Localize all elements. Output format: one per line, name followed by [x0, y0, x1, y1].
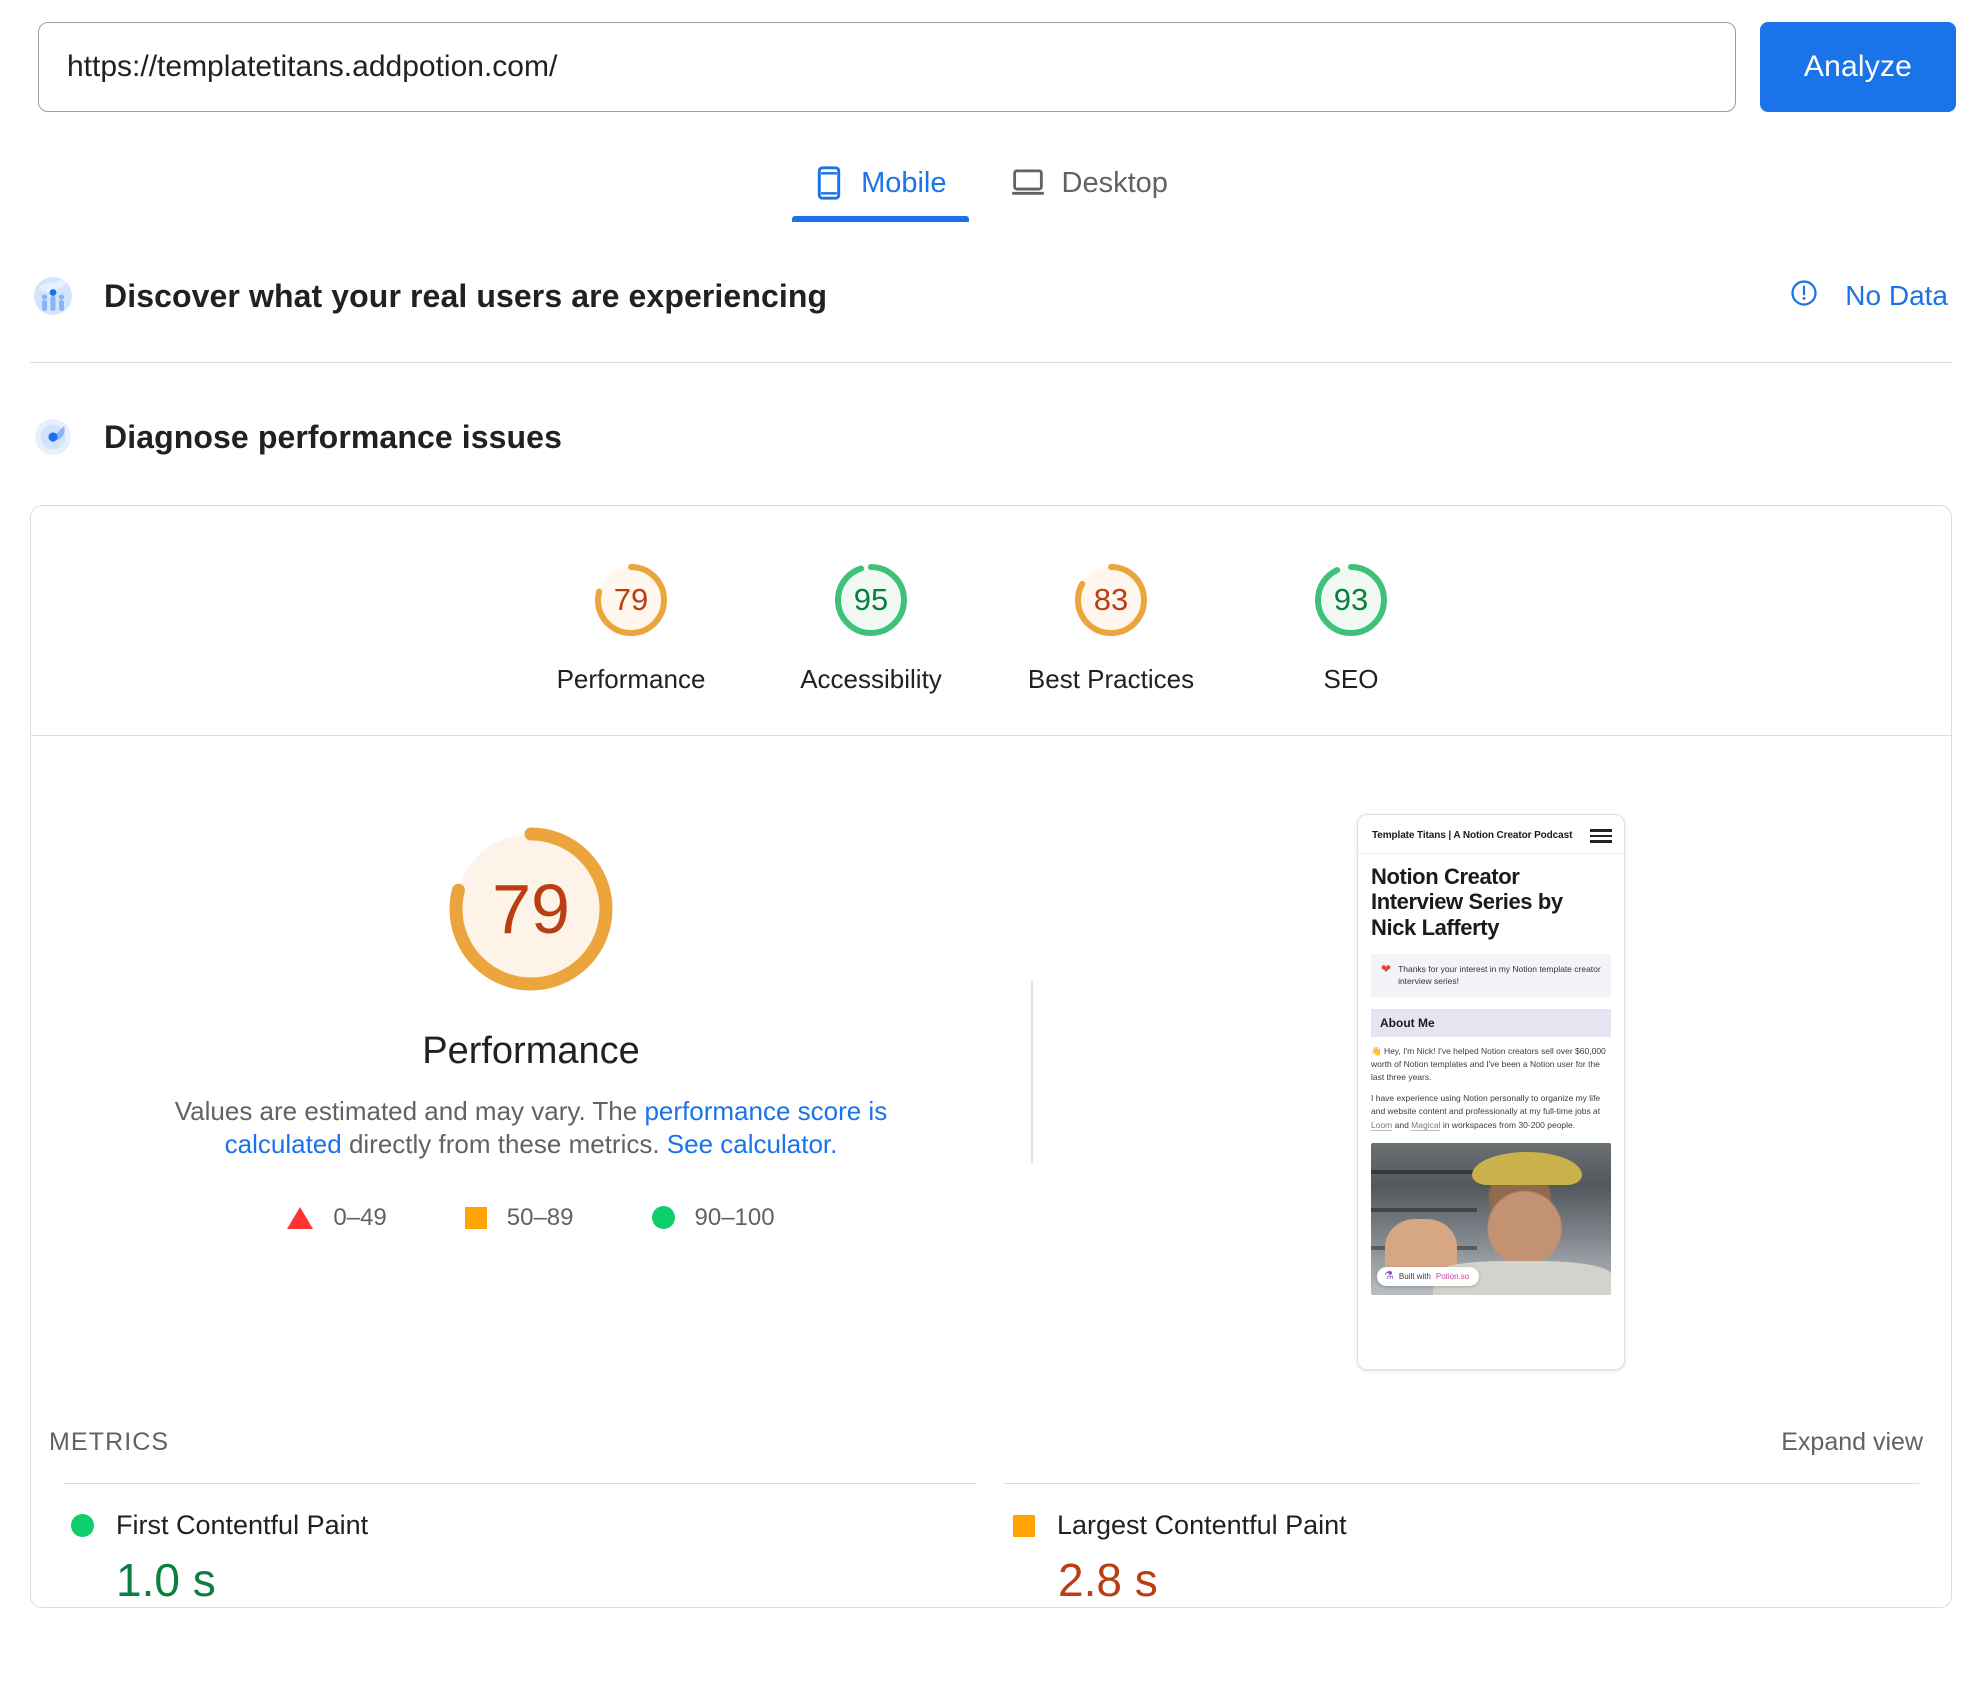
- thumb-p2-a: I have experience using Notion personall…: [1371, 1093, 1600, 1116]
- lab-data-title: Diagnose performance issues: [104, 419, 562, 456]
- thumb-link-magical[interactable]: Magical: [1411, 1120, 1440, 1131]
- gauge-score: 93: [1309, 558, 1393, 642]
- url-input[interactable]: [38, 22, 1736, 112]
- thumb-p2-c: in workspaces from 30-200 people.: [1440, 1120, 1575, 1130]
- mobile-icon: [814, 166, 844, 200]
- metrics-header: METRICS Expand view: [31, 1428, 1951, 1457]
- performance-score: 79: [436, 814, 626, 1004]
- tab-mobile[interactable]: Mobile: [782, 154, 978, 222]
- gauge-best-practices[interactable]: 83 Best Practices: [991, 558, 1231, 695]
- metric-name: First Contentful Paint: [116, 1510, 368, 1541]
- gauge-ring: 83: [1069, 558, 1153, 642]
- metric-value: 2.8 s: [1058, 1553, 1911, 1607]
- thumb-heading: Notion Creator Interview Series by Nick …: [1358, 854, 1624, 947]
- metrics-title: METRICS: [49, 1428, 169, 1457]
- thumb-brand: Template Titans | A Notion Creator Podca…: [1372, 830, 1572, 841]
- gauge-label: SEO: [1324, 664, 1379, 695]
- url-bar-row: Analyze: [0, 0, 1982, 112]
- thumb-about-heading: About Me: [1371, 1009, 1611, 1037]
- legend-label: 0–49: [333, 1204, 386, 1232]
- thumb-paragraph-1: 👋 Hey, I'm Nick! I've helped Notion crea…: [1371, 1045, 1611, 1085]
- gauge-label: Performance: [557, 664, 706, 695]
- legend-label: 90–100: [695, 1204, 775, 1232]
- gauge-ring: 95: [829, 558, 913, 642]
- circle-swatch-icon: [652, 1206, 675, 1229]
- gauge-accessibility[interactable]: 95 Accessibility: [751, 558, 991, 695]
- page-screenshot-panel: Template Titans | A Notion Creator Podca…: [1031, 814, 1951, 1370]
- thumb-callout-text: Thanks for your interest in my Notion te…: [1398, 963, 1601, 988]
- square-swatch-icon: [1013, 1515, 1035, 1537]
- vertical-divider: [1031, 981, 1033, 1163]
- heart-icon: ❤: [1381, 963, 1391, 988]
- legend-item-pass: 90–100: [652, 1204, 775, 1232]
- real-users-globe-icon: [30, 273, 76, 319]
- legend-item-fail: 0–49: [287, 1204, 386, 1232]
- tab-desktop[interactable]: Desktop: [979, 154, 1200, 222]
- score-legend: 0–49 50–89 90–100: [287, 1204, 774, 1232]
- photo-shelf: [1371, 1170, 1477, 1174]
- form-factor-tabs: Mobile Desktop: [0, 154, 1982, 222]
- analyze-button[interactable]: Analyze: [1760, 22, 1956, 112]
- lab-data-section-header: Diagnose performance issues: [0, 393, 1982, 481]
- performance-label: Performance: [422, 1030, 640, 1073]
- badge-brand: Potion.so: [1436, 1272, 1469, 1281]
- gauge-score: 79: [589, 558, 673, 642]
- gauge-label: Accessibility: [800, 664, 942, 695]
- hamburger-menu-icon: [1590, 829, 1612, 843]
- potion-flask-icon: ⚗: [1384, 1271, 1394, 1282]
- metric-name: Largest Contentful Paint: [1057, 1510, 1347, 1541]
- performance-summary: 79 Performance Values are estimated and …: [31, 814, 1031, 1232]
- metric-column-left: First Contentful Paint 1.0 s: [49, 1483, 991, 1607]
- desc-text-2: directly from these metrics.: [342, 1129, 667, 1159]
- section-divider: [30, 362, 1952, 363]
- performance-overview: 79 Performance Values are estimated and …: [31, 736, 1951, 1410]
- metric-largest-contentful-paint[interactable]: Largest Contentful Paint: [1013, 1510, 1911, 1541]
- metrics-grid: First Contentful Paint 1.0 s Largest Con…: [31, 1483, 1951, 1607]
- gauge-ring: 93: [1309, 558, 1393, 642]
- tab-mobile-label: Mobile: [861, 167, 946, 200]
- field-data-title: Discover what your real users are experi…: [104, 278, 827, 315]
- thumb-callout: ❤ Thanks for your interest in my Notion …: [1371, 954, 1611, 997]
- badge-prefix: Built with: [1399, 1272, 1431, 1281]
- gauge-score: 95: [829, 558, 913, 642]
- gauge-performance[interactable]: 79 Performance: [511, 558, 751, 695]
- triangle-swatch-icon: [287, 1207, 313, 1229]
- gauge-score: 83: [1069, 558, 1153, 642]
- performance-gauge: 79: [436, 814, 626, 1004]
- field-data-status-label: No Data: [1845, 280, 1948, 312]
- desktop-icon: [1011, 168, 1045, 198]
- gauge-seo[interactable]: 93 SEO: [1231, 558, 1471, 695]
- legend-label: 50–89: [507, 1204, 574, 1232]
- desc-text-1: Values are estimated and may vary. The: [175, 1096, 645, 1126]
- built-with-badge[interactable]: ⚗ Built with Potion.so: [1377, 1267, 1479, 1286]
- gauge-ring: 79: [589, 558, 673, 642]
- lighthouse-report-card: 79 Performance 95 Accessibility 83: [30, 505, 1952, 1608]
- tab-desktop-label: Desktop: [1062, 167, 1168, 200]
- metric-column-right: Largest Contentful Paint 2.8 s: [991, 1483, 1933, 1607]
- square-swatch-icon: [465, 1207, 487, 1229]
- thumb-p2-b: and: [1392, 1120, 1411, 1130]
- field-data-section-header: Discover what your real users are experi…: [0, 252, 1982, 340]
- circle-swatch-icon: [71, 1514, 94, 1537]
- legend-item-average: 50–89: [465, 1204, 574, 1232]
- info-circle-icon: [1789, 278, 1819, 315]
- expand-view-button[interactable]: Expand view: [1781, 1428, 1923, 1457]
- page-screenshot-thumbnail[interactable]: Template Titans | A Notion Creator Podca…: [1357, 814, 1625, 1370]
- field-data-status[interactable]: No Data: [1789, 278, 1948, 315]
- see-calculator-link[interactable]: See calculator.: [667, 1129, 838, 1159]
- diagnose-gauge-icon: [30, 414, 76, 460]
- gauge-label: Best Practices: [1028, 664, 1194, 695]
- performance-description: Values are estimated and may vary. The p…: [141, 1095, 921, 1162]
- category-gauges: 79 Performance 95 Accessibility 83: [31, 506, 1951, 736]
- thumb-site-header: Template Titans | A Notion Creator Podca…: [1358, 815, 1624, 854]
- metric-value: 1.0 s: [116, 1553, 969, 1607]
- thumb-paragraph-2: I have experience using Notion personall…: [1371, 1092, 1611, 1132]
- photo-cap: [1472, 1152, 1582, 1185]
- thumb-photo: ⚗ Built with Potion.so: [1371, 1143, 1611, 1295]
- metric-first-contentful-paint[interactable]: First Contentful Paint: [71, 1510, 969, 1541]
- thumb-link-loom[interactable]: Loom: [1371, 1120, 1392, 1131]
